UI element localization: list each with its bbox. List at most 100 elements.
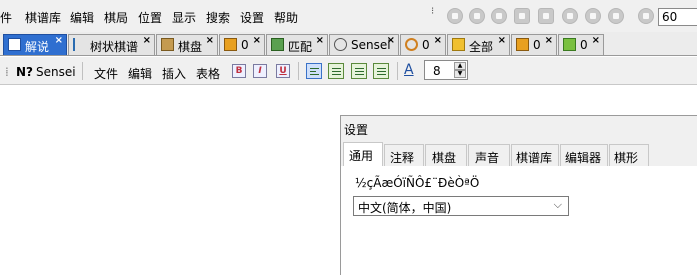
menu-file[interactable]: 件 [0,9,12,26]
goto-icon[interactable] [638,8,654,24]
close-icon[interactable]: × [592,35,600,46]
language-select-value: 中文(简体，中国) [358,201,452,215]
menu-game-library[interactable]: 棋谱库 [25,9,61,26]
tab-match[interactable]: 匹配 × [266,34,328,55]
tab-shape[interactable]: 棋形 [609,144,649,166]
tab-annotation[interactable]: 注释 [384,144,424,166]
tab-sensei[interactable]: Sensei × [329,34,399,55]
close-icon[interactable]: × [498,35,506,46]
tab-label: 0 [580,38,588,52]
panel-tab-bar: 解说 × 树状棋谱 × 棋盘 × 0 × 匹配 × Sensei × 0 × 全… [0,32,697,56]
tab-commentary[interactable]: 解说 × [3,34,67,55]
align-justify-icon[interactable] [373,63,389,79]
tab-board-2[interactable]: 0 × [219,34,265,55]
board-icon [161,38,174,51]
menu-search[interactable]: 搜索 [206,9,230,26]
tab-label: 棋盘 [178,40,203,54]
font-size-stepper[interactable]: 8 ▲ ▼ [424,60,468,80]
dialog-title: 设置 [344,123,369,137]
close-icon[interactable]: × [545,35,553,46]
menu-view[interactable]: 显示 [172,9,196,26]
prev-variation-icon[interactable] [469,8,485,24]
prev-move-icon[interactable] [491,8,507,24]
tab-board-3[interactable]: 0 × [511,34,557,55]
menu-bar: 件 棋谱库 编辑 棋局 位置 显示 搜索 设置 帮助 ⁝ 60 [0,0,697,32]
tab-all[interactable]: 全部 × [447,34,510,55]
menu-help[interactable]: 帮助 [274,9,298,26]
align-right-icon[interactable] [351,63,367,79]
menu-edit[interactable]: 编辑 [70,9,94,26]
tree-icon [73,38,86,51]
language-label: ½çÃæÓïÑÔ£¨ÐèÒªÖ [355,176,480,190]
bold-button[interactable]: B [232,64,246,78]
settings-dialog: 设置 通用 注释 棋盘 声音 棋谱库 编辑器 棋形 ½çÃæÓïÑÔ£¨ÐèÒª… [340,115,697,276]
menu-settings[interactable]: 设置 [240,9,264,26]
tab-game-library[interactable]: 棋谱库 [511,144,559,166]
tab-label: 树状棋谱 [90,40,139,54]
up-icon[interactable] [514,8,530,24]
board-small-icon [516,38,529,51]
match-icon [271,38,284,51]
tab-label: 解说 [25,40,50,54]
tab-label: Sensei [351,38,391,52]
board-small-icon [224,38,237,51]
settings-tab-bar: 通用 注释 棋盘 声音 棋谱库 编辑器 棋形 [341,142,697,167]
font-size-value: 8 [433,64,441,78]
board-green-icon [563,38,576,51]
commentary-icon [8,38,21,51]
language-select[interactable]: 中文(简体，中国) ⌵ [353,196,569,216]
close-icon[interactable]: × [316,35,324,46]
font-color-icon[interactable]: A [404,62,414,78]
sensei-icon [334,38,347,51]
tab-board-4[interactable]: 0 × [558,34,604,55]
insert-menu-button[interactable]: 插入 [162,65,186,82]
sensei-help-icon[interactable]: N? [16,65,33,79]
first-move-icon[interactable] [447,8,463,24]
tab-search[interactable]: 0 × [400,34,446,55]
close-icon[interactable]: × [143,35,151,46]
spin-up-icon[interactable]: ▲ [454,62,466,70]
tab-editor[interactable]: 编辑器 [560,144,608,166]
tab-sound[interactable]: 声音 [468,144,510,166]
close-icon[interactable]: × [387,35,395,46]
tab-label: 全部 [469,40,494,54]
edit-menu-button[interactable]: 编辑 [128,65,152,82]
last-move-icon[interactable] [608,8,624,24]
down-icon[interactable] [538,8,554,24]
close-icon[interactable]: × [55,35,63,46]
align-center-icon[interactable] [328,63,344,79]
tab-board[interactable]: 棋盘 × [156,34,218,55]
tab-general[interactable]: 通用 [343,142,383,167]
spin-down-icon[interactable]: ▼ [454,70,466,78]
toolbar-divider [298,62,299,80]
table-menu-button[interactable]: 表格 [196,65,220,82]
file-menu-button[interactable]: 文件 [94,65,118,82]
search-icon [405,38,418,51]
toolbar-divider [82,62,83,80]
tab-board[interactable]: 棋盘 [425,144,467,166]
italic-button[interactable]: I [253,64,267,78]
tab-game-tree[interactable]: 树状棋谱 × [68,34,155,55]
pin-icon[interactable]: ⁝ [431,6,434,17]
database-icon [452,38,465,51]
close-icon[interactable]: × [434,35,442,46]
underline-button[interactable]: U [276,64,290,78]
tab-label: 0 [422,38,430,52]
sensei-button[interactable]: Sensei [36,65,76,79]
next-move-icon[interactable] [562,8,578,24]
align-left-icon[interactable] [306,63,322,79]
tab-label: 0 [533,38,541,52]
tab-label: 0 [241,38,249,52]
chevron-down-icon: ⌵ [553,198,562,211]
menu-game[interactable]: 棋局 [104,9,128,26]
menu-position[interactable]: 位置 [138,9,162,26]
tab-label: 匹配 [288,40,313,54]
settings-general-panel: ½çÃæÓïÑÔ£¨ÐèÒªÖ 中文(简体，中国) ⌵ [341,166,697,276]
editor-toolbar: ⁞ N? Sensei 文件 编辑 插入 表格 B I U A [0,57,697,85]
move-number-input[interactable]: 60 [658,8,697,26]
close-icon[interactable]: × [206,35,214,46]
grip-icon: ⁞ [5,65,9,79]
next-variation-icon[interactable] [585,8,601,24]
toolbar-divider [397,62,398,80]
close-icon[interactable]: × [253,35,261,46]
